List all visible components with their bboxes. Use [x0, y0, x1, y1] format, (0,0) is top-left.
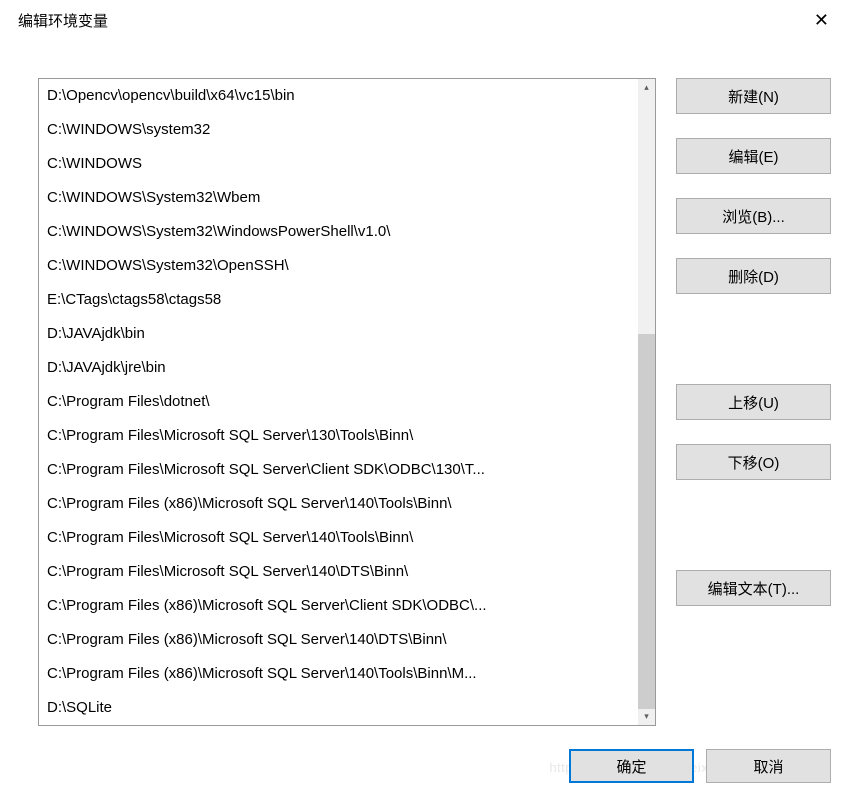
browse-button[interactable]: 浏览(B)... — [676, 198, 831, 234]
list-item[interactable]: C:\Program Files (x86)\Microsoft SQL Ser… — [39, 657, 655, 691]
list-item[interactable]: C:\Program Files\dotnet\ — [39, 385, 655, 419]
cancel-button[interactable]: 取消 — [706, 749, 831, 783]
list-item[interactable]: C:\WINDOWS\system32 — [39, 113, 655, 147]
list-item[interactable]: C:\WINDOWS\System32\OpenSSH\ — [39, 249, 655, 283]
list-item[interactable]: C:\Program Files (x86)\Microsoft SQL Ser… — [39, 589, 655, 623]
list-item[interactable]: C:\Program Files (x86)\Microsoft SQL Ser… — [39, 487, 655, 521]
window-title: 编辑环境变量 — [18, 10, 108, 31]
list-item[interactable]: D:\Opencv\opencv\build\x64\vc15\bin — [39, 79, 655, 113]
edittext-button[interactable]: 编辑文本(T)... — [676, 570, 831, 606]
delete-button[interactable]: 删除(D) — [676, 258, 831, 294]
list-item[interactable]: C:\WINDOWS\System32\Wbem — [39, 181, 655, 215]
list-item[interactable]: C:\Program Files\Microsoft SQL Server\14… — [39, 521, 655, 555]
scroll-down-icon[interactable]: ▾ — [638, 708, 655, 725]
list-item[interactable]: C:\WINDOWS — [39, 147, 655, 181]
moveup-button[interactable]: 上移(U) — [676, 384, 831, 420]
list-item[interactable]: E:\CTags\ctags58\ctags58 — [39, 283, 655, 317]
path-listbox[interactable]: D:\Opencv\opencv\build\x64\vc15\binC:\WI… — [38, 78, 656, 726]
scrollbar-thumb[interactable] — [638, 334, 655, 709]
edit-button[interactable]: 编辑(E) — [676, 138, 831, 174]
movedown-button[interactable]: 下移(O) — [676, 444, 831, 480]
list-item[interactable]: D:\SQLite — [39, 691, 655, 725]
ok-button[interactable]: 确定 — [569, 749, 694, 783]
list-item[interactable]: C:\Program Files (x86)\Microsoft SQL Ser… — [39, 623, 655, 657]
list-item[interactable]: C:\Program Files\Microsoft SQL Server\13… — [39, 419, 655, 453]
scrollbar[interactable]: ▴ ▾ — [638, 79, 655, 725]
close-icon[interactable]: ✕ — [806, 6, 837, 35]
new-button[interactable]: 新建(N) — [676, 78, 831, 114]
list-item[interactable]: C:\Program Files\Microsoft SQL Server\Cl… — [39, 453, 655, 487]
scroll-up-icon[interactable]: ▴ — [638, 79, 655, 96]
list-item[interactable]: D:\JAVAjdk\jre\bin — [39, 351, 655, 385]
list-item[interactable]: C:\WINDOWS\System32\WindowsPowerShell\v1… — [39, 215, 655, 249]
list-item[interactable]: D:\JAVAjdk\bin — [39, 317, 655, 351]
list-item[interactable]: C:\Program Files\Microsoft SQL Server\14… — [39, 555, 655, 589]
